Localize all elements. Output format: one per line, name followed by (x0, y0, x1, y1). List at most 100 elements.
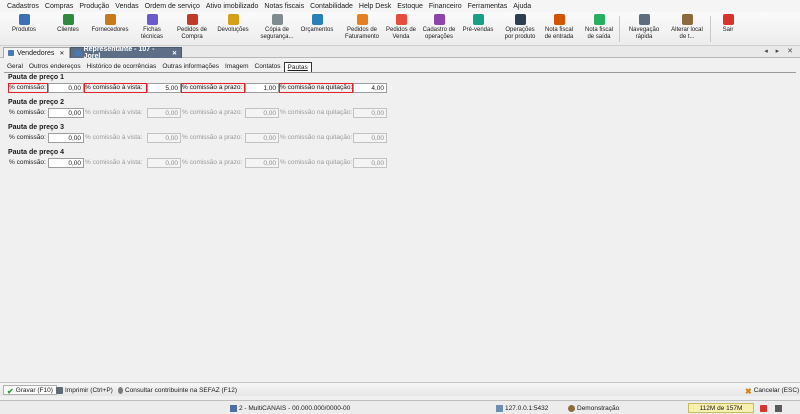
menu-item[interactable]: Ferramentas (468, 3, 508, 10)
label-comissao: % comissão: (9, 159, 46, 166)
toolbar-label: Cópia de segurança... (260, 27, 294, 40)
menu-item[interactable]: Vendas (115, 3, 138, 10)
close-icon[interactable]: ✕ (172, 50, 177, 57)
toolbar-label: Pedidos de Venda (385, 27, 417, 40)
menu-item[interactable]: Compras (45, 3, 73, 10)
form-content: Geral Outros endereços Histórico de ocorrê… (0, 59, 800, 379)
input-comissao[interactable]: 0,00 (48, 108, 84, 118)
toolbar-button[interactable]: Operações por produto (498, 12, 542, 46)
toolbar-label: Fichas técnicas (140, 27, 163, 40)
tab-pautas[interactable]: Pautas (283, 62, 312, 72)
doc-tab-vendedores[interactable]: Vendedores ✕ (3, 47, 70, 58)
input-quitacao[interactable]: 4,00 (353, 83, 387, 93)
toolbar-button[interactable]: Cópia de segurança... (254, 12, 300, 46)
toolbar-button[interactable]: Orçamentos (296, 12, 338, 46)
input-comissao[interactable]: 0,00 (48, 158, 84, 168)
input-vista[interactable]: 0,00 (147, 108, 181, 118)
input-prazo[interactable]: 1,00 (245, 83, 279, 93)
menu-item[interactable]: Cadastros (7, 3, 39, 10)
toolbar-button[interactable]: Fichas técnicas (134, 12, 170, 46)
toolbar-button[interactable]: Nota fiscal de saída (580, 12, 618, 46)
trash-icon[interactable] (760, 404, 767, 412)
close-icon[interactable]: ✕ (59, 50, 64, 57)
user-text: Demonstração (577, 404, 620, 412)
input-prazo[interactable]: 0,00 (245, 133, 279, 143)
menu-item[interactable]: Produção (79, 3, 109, 10)
status-icons (760, 403, 784, 413)
label-quitacao: % comissão na quitação: (280, 134, 353, 141)
note-out-icon (593, 14, 605, 25)
menu-item[interactable]: Contabilidade (310, 3, 353, 10)
toolbar-button[interactable]: Fornecedores (86, 12, 134, 46)
input-comissao[interactable]: 0,00 (48, 133, 84, 143)
menu-item[interactable]: Ajuda (513, 3, 531, 10)
toolbar-button[interactable]: Pré-vendas (460, 12, 496, 46)
label-prazo: % comissão a prazo: (182, 159, 243, 166)
input-quitacao[interactable]: 0,00 (353, 158, 387, 168)
menu-item[interactable]: Ativo imobilizado (206, 3, 259, 10)
menu-item[interactable]: Ordem de serviço (145, 3, 200, 10)
group-title: Pauta de preço 4 (8, 149, 65, 156)
group-title: Pauta de preço 1 (8, 74, 65, 81)
input-quitacao[interactable]: 0,00 (353, 133, 387, 143)
input-vista[interactable]: 0,00 (147, 133, 181, 143)
menu-item[interactable]: Estoque (397, 3, 423, 10)
document-tabs: Vendedores ✕ Representante - 107 - Jorel… (0, 46, 800, 60)
sales-icon (395, 14, 407, 25)
toolbar-button[interactable]: Pedidos de Compra (170, 12, 214, 46)
presale-icon (472, 14, 484, 25)
home-icon (681, 14, 693, 25)
toolbar-button[interactable]: Devoluções (214, 12, 252, 46)
input-vista[interactable]: 0,00 (147, 158, 181, 168)
doc-tab-representante[interactable]: Representante - 107 - Jorel ✕ (70, 46, 182, 60)
settings-icon[interactable] (775, 404, 782, 412)
power-icon (722, 14, 734, 25)
print-button[interactable]: Imprimir (Ctrl+P) (56, 385, 113, 395)
tab-histórico-de-ocorrências[interactable]: Histórico de ocorrências (84, 62, 160, 72)
tab-imagem[interactable]: Imagem (222, 62, 251, 72)
toolbar-button[interactable]: Alterar local de t... (666, 12, 708, 46)
input-prazo[interactable]: 0,00 (245, 108, 279, 118)
pauta-row: % comissão: 0,00% comissão à vista: 0,00% … (8, 108, 393, 118)
tab-contatos[interactable]: Contatos (252, 62, 284, 72)
toolbar-label: Operações por produto (504, 27, 536, 40)
toolbar-button[interactable]: Produtos (4, 12, 44, 46)
toolbar-button[interactable]: Pedidos de Faturamento (338, 12, 386, 46)
calculator-icon (311, 14, 323, 25)
toolbar-label: Nota fiscal de saída (584, 27, 613, 40)
group-title: Pauta de preço 3 (8, 124, 65, 131)
menu-item[interactable]: Help Desk (359, 3, 391, 10)
input-comissao[interactable]: 0,00 (48, 83, 84, 93)
toolbar-button[interactable]: Nota fiscal de entrada (540, 12, 578, 46)
menu-item[interactable]: Financeiro (429, 3, 462, 10)
input-quitacao[interactable]: 0,00 (353, 108, 387, 118)
label-vista: % comissão à vista: (85, 134, 143, 141)
consult-sefaz-button[interactable]: Consultar contribuinte na SEFAZ (F12) (118, 385, 237, 395)
tab-outras-informações[interactable]: Outras informações (159, 62, 222, 72)
toolbar-label: Produtos (11, 27, 36, 33)
toolbar-label: Fornecedores (91, 27, 129, 33)
people-icon (638, 14, 650, 25)
tab-geral[interactable]: Geral (4, 62, 26, 72)
save-label: Gravar (F10) (15, 386, 53, 394)
toolbar-button[interactable]: Cadastro de operações (418, 12, 460, 46)
toolbar-button[interactable]: Pedidos de Venda (384, 12, 418, 46)
toolbar-label: Devoluções (217, 27, 249, 33)
label-vista: % comissão à vista: (84, 83, 147, 93)
toolbar-button[interactable]: Clientes (48, 12, 88, 46)
save-button[interactable]: ✔ Gravar (F10) (3, 385, 57, 396)
memory-indicator: 112M de 157M (688, 403, 754, 413)
input-prazo[interactable]: 0,00 (245, 158, 279, 168)
label-vista: % comissão à vista: (85, 109, 143, 116)
label-comissao: % comissão: (8, 83, 48, 93)
pauta-row: % comissão: 0,00% comissão à vista: 5,00% … (8, 83, 393, 93)
toolbar-label: Cadastro de operações (422, 27, 456, 40)
input-vista[interactable]: 5,00 (147, 83, 181, 93)
tab-nav-arrows[interactable]: ◂ ▸ ✕ (764, 47, 796, 55)
tab-outros-endereços[interactable]: Outros endereços (26, 62, 84, 72)
toolbar-button[interactable]: Navegação rápida (622, 12, 666, 46)
toolbar-button[interactable]: Sair (714, 12, 742, 46)
label-comissao: % comissão: (9, 134, 46, 141)
cancel-button[interactable]: ✖ Cancelar (ESC) (745, 385, 799, 396)
menu-item[interactable]: Notas fiscais (264, 3, 304, 10)
